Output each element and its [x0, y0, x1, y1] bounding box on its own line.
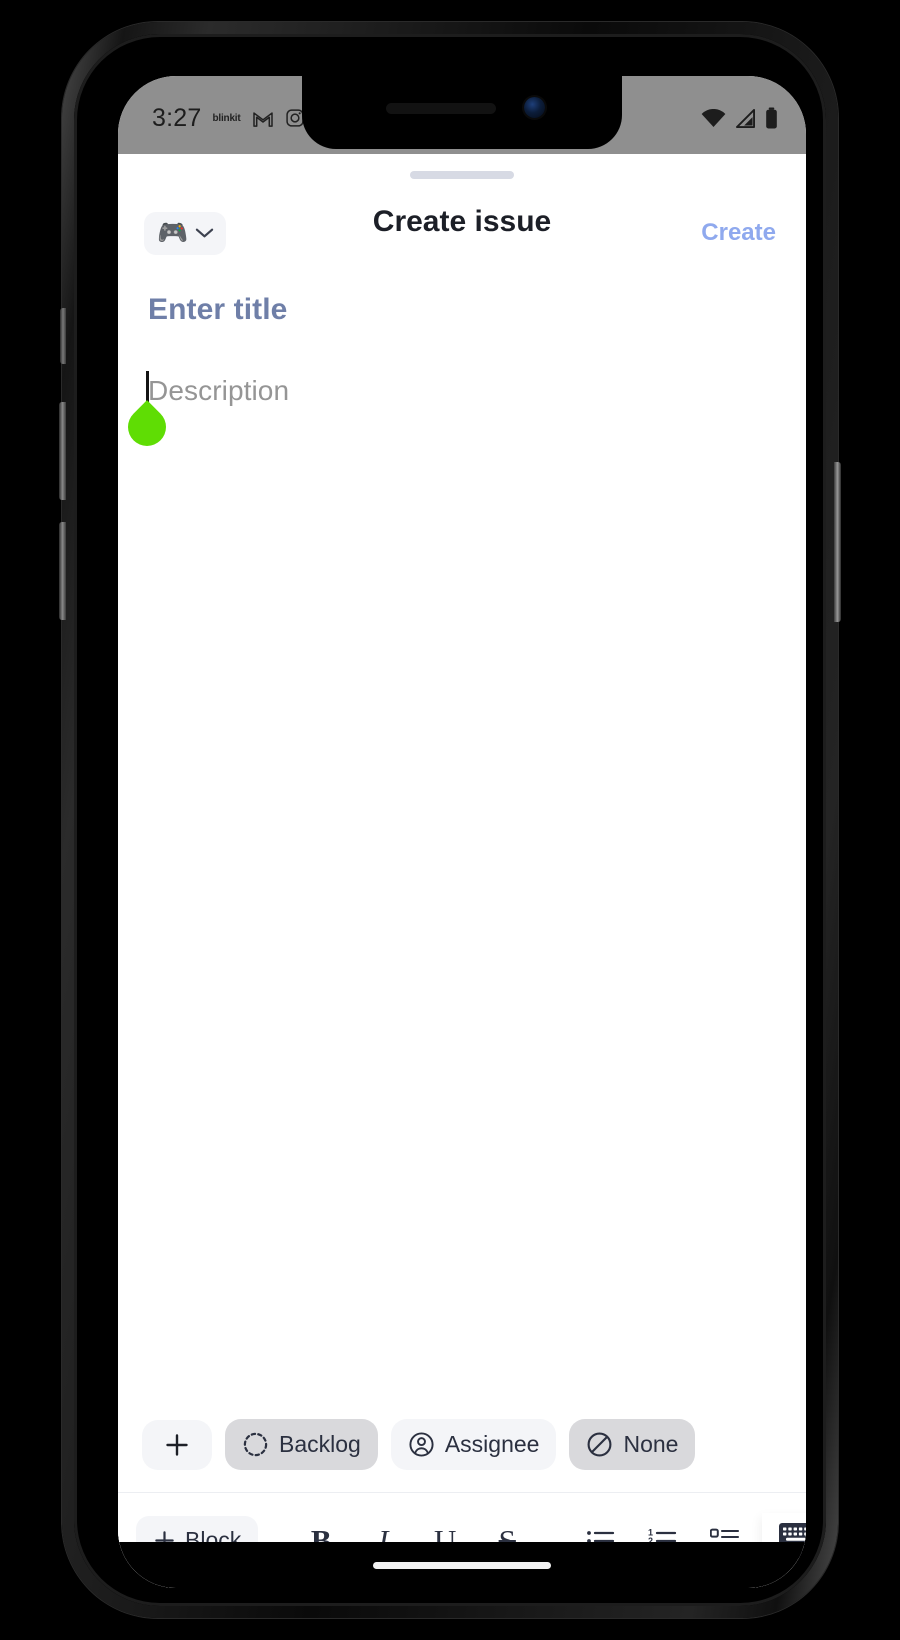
chip-assignee[interactable]: Assignee	[390, 1419, 557, 1470]
text-selection-handle[interactable]	[120, 400, 174, 454]
phone-screen: 3:27 blinkit 🎮 Create issue Create Enter…	[118, 76, 806, 1588]
power-button[interactable]	[834, 462, 841, 622]
wifi-icon	[701, 108, 726, 128]
battery-icon	[765, 107, 778, 129]
chip-status-backlog[interactable]: Backlog	[225, 1419, 378, 1470]
home-indicator-area	[118, 1542, 806, 1588]
gamepad-icon: 🎮	[157, 218, 189, 247]
no-priority-icon	[586, 1431, 613, 1458]
issue-properties-row: Backlog Assignee None	[118, 1419, 806, 1492]
chip-assignee-label: Assignee	[444, 1431, 540, 1457]
volume-up-button[interactable]	[59, 402, 66, 500]
gmail-icon	[252, 109, 274, 127]
notch	[302, 76, 622, 149]
chip-priority-none[interactable]: None	[569, 1419, 696, 1470]
issue-form: Enter title Description	[118, 265, 806, 1419]
silent-switch-button[interactable]	[60, 308, 66, 364]
chevron-down-icon	[195, 227, 214, 239]
phone-frame: 3:27 blinkit 🎮 Create issue Create Enter…	[59, 22, 841, 1618]
chip-priority-label: None	[623, 1431, 679, 1457]
volume-down-button[interactable]	[59, 522, 66, 620]
cellular-signal-icon	[735, 108, 756, 128]
status-time: 3:27	[152, 103, 202, 132]
earpiece-speaker	[386, 103, 496, 114]
home-indicator[interactable]	[373, 1561, 551, 1569]
description-input[interactable]: Description	[148, 375, 289, 407]
status-bar-right	[701, 107, 778, 129]
sheet-header: 🎮 Create issue Create	[118, 179, 806, 265]
create-button[interactable]: Create	[693, 213, 784, 253]
phone-bezel: 3:27 blinkit 🎮 Create issue Create Enter…	[74, 34, 826, 1606]
plus-icon	[164, 1432, 190, 1458]
sheet-grab-handle-area	[118, 154, 806, 179]
sheet-grab-handle[interactable]	[410, 171, 514, 179]
project-selector-button[interactable]: 🎮	[144, 211, 227, 255]
front-camera	[524, 97, 545, 118]
backlog-dashed-circle-icon	[242, 1431, 269, 1458]
description-row: Description	[120, 371, 778, 454]
status-app-label: blinkit	[212, 112, 241, 124]
status-bar-left: 3:27 blinkit	[152, 104, 305, 133]
chip-status-label: Backlog	[279, 1431, 361, 1457]
person-circle-icon	[408, 1431, 435, 1458]
add-property-button[interactable]	[142, 1419, 212, 1470]
create-issue-sheet: 🎮 Create issue Create Enter title Descri…	[118, 154, 806, 1588]
title-input[interactable]: Enter title	[148, 293, 778, 327]
